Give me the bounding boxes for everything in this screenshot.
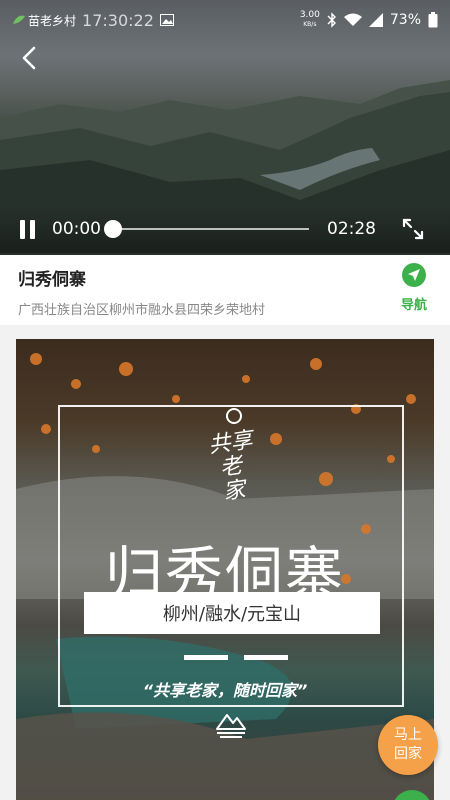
leaf-logo-icon xyxy=(13,15,25,24)
wifi-icon xyxy=(343,13,362,26)
bluetooth-icon xyxy=(327,12,336,28)
app-logo: 苗老乡村 xyxy=(12,12,76,29)
back-arrow-icon xyxy=(22,46,36,70)
navigation-label: 导航 xyxy=(400,298,427,313)
video-controls: 00:00 02:28 xyxy=(0,205,450,253)
current-time: 00:00 xyxy=(52,219,101,239)
seek-thumb[interactable] xyxy=(104,220,122,238)
navigation-button[interactable]: 导航 xyxy=(396,263,432,317)
go-home-button[interactable]: 马上 回家 xyxy=(378,715,438,775)
gallery-icon xyxy=(159,14,174,26)
signal-icon xyxy=(368,13,383,27)
mountain-logo-icon xyxy=(216,714,246,738)
fullscreen-icon xyxy=(402,218,424,240)
poster-calligraphy: 共享 老家 xyxy=(207,427,255,506)
network-speed-unit: KB/s xyxy=(303,21,317,28)
fullscreen-button[interactable] xyxy=(400,216,426,242)
network-speed: 3.00 xyxy=(299,10,320,20)
navigation-arrow-icon xyxy=(408,269,420,281)
poster-divider-left xyxy=(184,655,228,660)
poster-subtitle: 柳州/融水/元宝山 xyxy=(84,592,380,634)
battery-percent: 73% xyxy=(389,12,421,28)
place-name: 归秀侗寨 xyxy=(18,270,86,290)
promo-poster[interactable]: 共享 老家 归秀侗寨 柳州/融水/元宝山 “共享老家，随时回家” xyxy=(16,339,434,800)
seek-bar[interactable] xyxy=(104,219,309,239)
place-address: 广西壮族自治区柳州市融水县四荣乡荣地村 xyxy=(18,303,266,318)
pause-button[interactable] xyxy=(14,216,40,242)
place-info-card: 归秀侗寨 广西壮族自治区柳州市融水县四荣乡荣地村 导航 xyxy=(0,255,450,325)
video-player[interactable]: 苗老乡村 17:30:22 3.00 KB/s 73% 00:00 02:28 xyxy=(0,0,450,255)
total-time: 02:28 xyxy=(327,219,376,239)
poster-divider-right xyxy=(244,655,288,660)
poster-slogan: “共享老家，随时回家” xyxy=(142,681,308,700)
status-bar: 苗老乡村 17:30:22 3.00 KB/s 73% xyxy=(0,0,450,40)
poster-circle-ornament xyxy=(226,408,242,424)
back-button[interactable] xyxy=(14,42,46,74)
status-time: 17:30:22 xyxy=(82,10,154,30)
go-home-label-line1: 马上 xyxy=(394,727,422,743)
app-name: 苗老乡村 xyxy=(28,13,77,28)
go-home-label-line2: 回家 xyxy=(394,746,422,762)
battery-icon xyxy=(428,12,438,28)
pause-icon xyxy=(19,219,25,239)
